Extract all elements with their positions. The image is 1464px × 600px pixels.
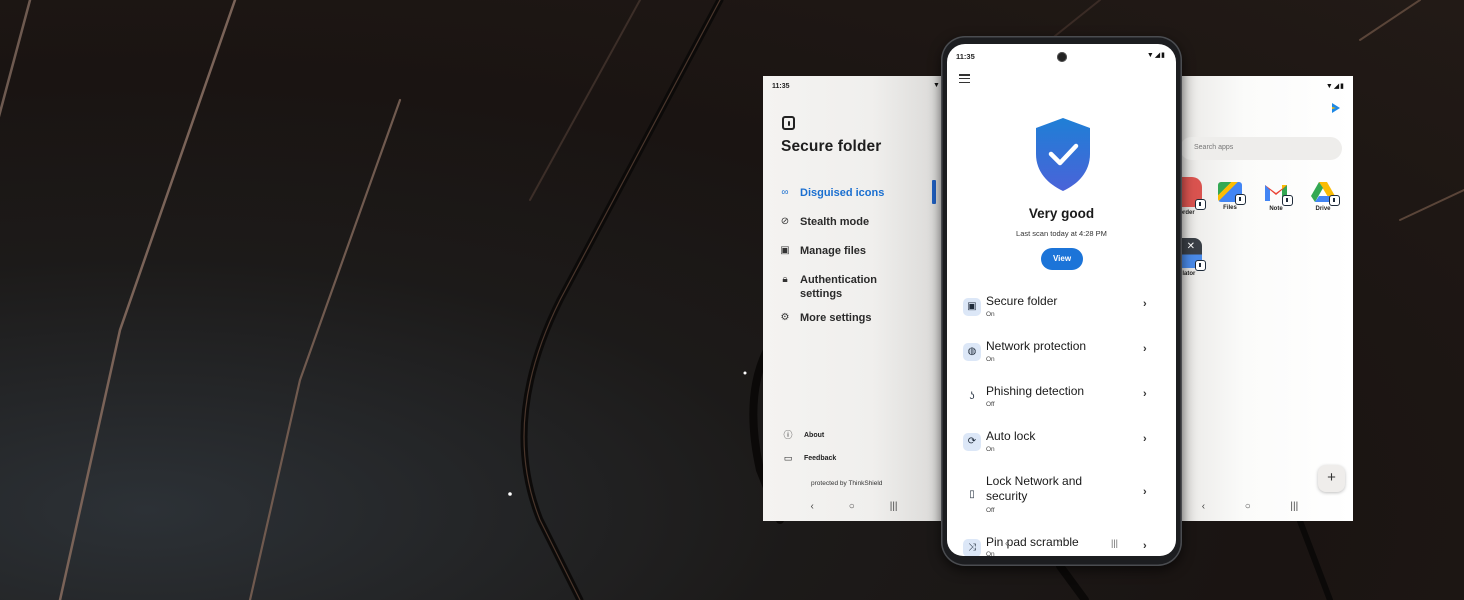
camera-cutout [1057,52,1067,62]
view-button[interactable]: View [1041,248,1083,270]
home-icon[interactable]: ○ [1245,501,1251,512]
back-icon[interactable]: ‹ [810,501,813,512]
feature-state: Off [986,401,995,408]
phishing-hook-icon: ʖ [969,391,975,402]
secure-folder-icon [782,116,795,130]
feature-phishing-detection[interactable]: ʖ Phishing detection Off › [947,384,1176,424]
about-label: About [804,431,825,439]
security-dashboard-screen: 11:35 ▼◢▮ Very good Last scan today at 4… [947,44,1176,556]
mask-icon: ∞ [781,187,789,198]
protected-by-text: protected by ThinkShield [811,480,883,487]
app-files[interactable]: Files [1212,177,1248,211]
shield-check-icon [1036,118,1090,191]
feature-lock-network-security[interactable]: ▯ Lock Network and security Off › [947,474,1176,529]
app-drive[interactable]: Drive [1305,177,1341,212]
menu-item-label: Authentication settings [800,274,877,300]
add-button[interactable]: + [1318,465,1345,492]
app-note[interactable]: Note [1258,177,1294,212]
network-protection-icon: ◍ [963,343,981,361]
play-store-icon[interactable] [1332,103,1340,113]
menu-item-label: More settings [800,312,872,324]
recents-icon[interactable]: ||| [890,501,898,512]
app-label: Note [1269,206,1283,212]
chevron-right-icon: › [1143,343,1147,355]
secure-folder-settings-screen: 11:35 ▼ Secure folder ∞ Disguised icons … [763,76,945,521]
menu-item-about[interactable]: ⓘ About [783,430,824,440]
feature-state: Off [986,507,995,514]
feature-title: Lock Network and security [986,474,1083,503]
app-label: Files [1223,205,1237,211]
feature-state: On [986,311,995,318]
drive-icon [1310,181,1340,206]
eye-off-icon: ⊘ [780,216,790,227]
lock-badge-icon [1282,195,1293,206]
status-icons: ▼◢▮ [1146,52,1166,59]
gear-icon: ⚙ [780,312,790,323]
files-icon [1218,182,1246,205]
chevron-right-icon: › [1143,298,1147,310]
chevron-right-icon: › [1143,433,1147,445]
feature-title: Auto lock [986,429,1036,443]
navigation-bar: ‹ ○ ||| [763,501,945,512]
feature-state: On [986,356,995,363]
auto-lock-icon: ⟳ [963,433,981,451]
phone-device: 11:35 ▼◢▮ Very good Last scan today at 4… [941,36,1182,566]
menu-item-authentication-settings[interactable]: 🔒︎ Authentication settings [779,273,895,301]
shuffle-icon: ⤨ [963,539,981,556]
feature-network-protection[interactable]: ◍ Network protection On › [947,339,1176,379]
info-icon: ⓘ [783,430,793,440]
status-time: 11:35 [956,52,975,61]
menu-item-label: Disguised icons [800,187,885,199]
feedback-label: Feedback [804,454,837,462]
feature-secure-folder[interactable]: ▣ Secure folder On › [947,294,1176,334]
recents-icon[interactable]: ||| [1290,501,1298,512]
navigation-bar: ‹ ○ ||| [1172,501,1353,512]
feature-title: Network protection [986,339,1087,353]
menu-item-disguised-icons[interactable]: ∞ Disguised icons [779,186,884,200]
menu-item-stealth-mode[interactable]: ⊘ Stealth mode [779,215,869,229]
wifi-icon: ▼ [933,82,940,89]
status-time: 11:35 [772,83,790,90]
home-icon[interactable]: ○ [849,501,855,512]
folder-icon: ▣ [780,245,790,256]
lock-badge-icon [1235,194,1246,205]
chevron-right-icon: › [1143,540,1147,552]
menu-item-feedback[interactable]: ▭ Feedback [783,453,837,463]
status-icons: ▼◢▮ [1325,83,1345,90]
feature-auto-lock[interactable]: ⟳ Auto lock On › [947,429,1176,469]
menu-item-label: Stealth mode [800,216,870,228]
menu-item-label: Manage files [800,245,867,257]
scroll-indicator[interactable] [932,180,936,204]
phone-lock-icon: ▯ [969,489,975,500]
feedback-icon: ▭ [783,453,793,463]
chevron-right-icon: › [1143,486,1147,498]
gmail-icon [1263,181,1293,206]
last-scan-text: Last scan today at 4:28 PM [1016,229,1107,238]
feature-state: On [986,446,995,453]
feature-state: On [986,551,995,556]
menu-item-more-settings[interactable]: ⚙ More settings [779,311,872,325]
lock-badge-icon [1195,199,1206,210]
feature-title: Secure folder [986,294,1058,308]
secure-folder-icon: ▣ [963,298,981,316]
lock-badge-icon [1195,260,1206,271]
recents-icon[interactable]: ||| [1111,538,1118,548]
back-icon[interactable]: ‹ [1202,501,1205,512]
search-apps-input[interactable]: Search apps [1180,137,1342,160]
menu-item-manage-files[interactable]: ▣ Manage files [779,244,866,258]
chevron-right-icon: › [1143,388,1147,400]
feature-title: Phishing detection [986,384,1085,398]
app-label: Drive [1315,206,1331,212]
panel-title: Secure folder [781,138,882,155]
lock-icon: 🔒︎ [782,274,788,285]
lock-badge-icon [1329,195,1340,206]
hamburger-menu-icon[interactable] [959,74,970,84]
back-icon[interactable]: ‹ [1005,538,1008,548]
app-drawer-screen: ▼◢▮ Search apps order Files Note Drive ✕… [1172,76,1353,521]
security-status-title: Very good [1028,206,1095,221]
home-icon[interactable]: ○ [1057,538,1062,548]
